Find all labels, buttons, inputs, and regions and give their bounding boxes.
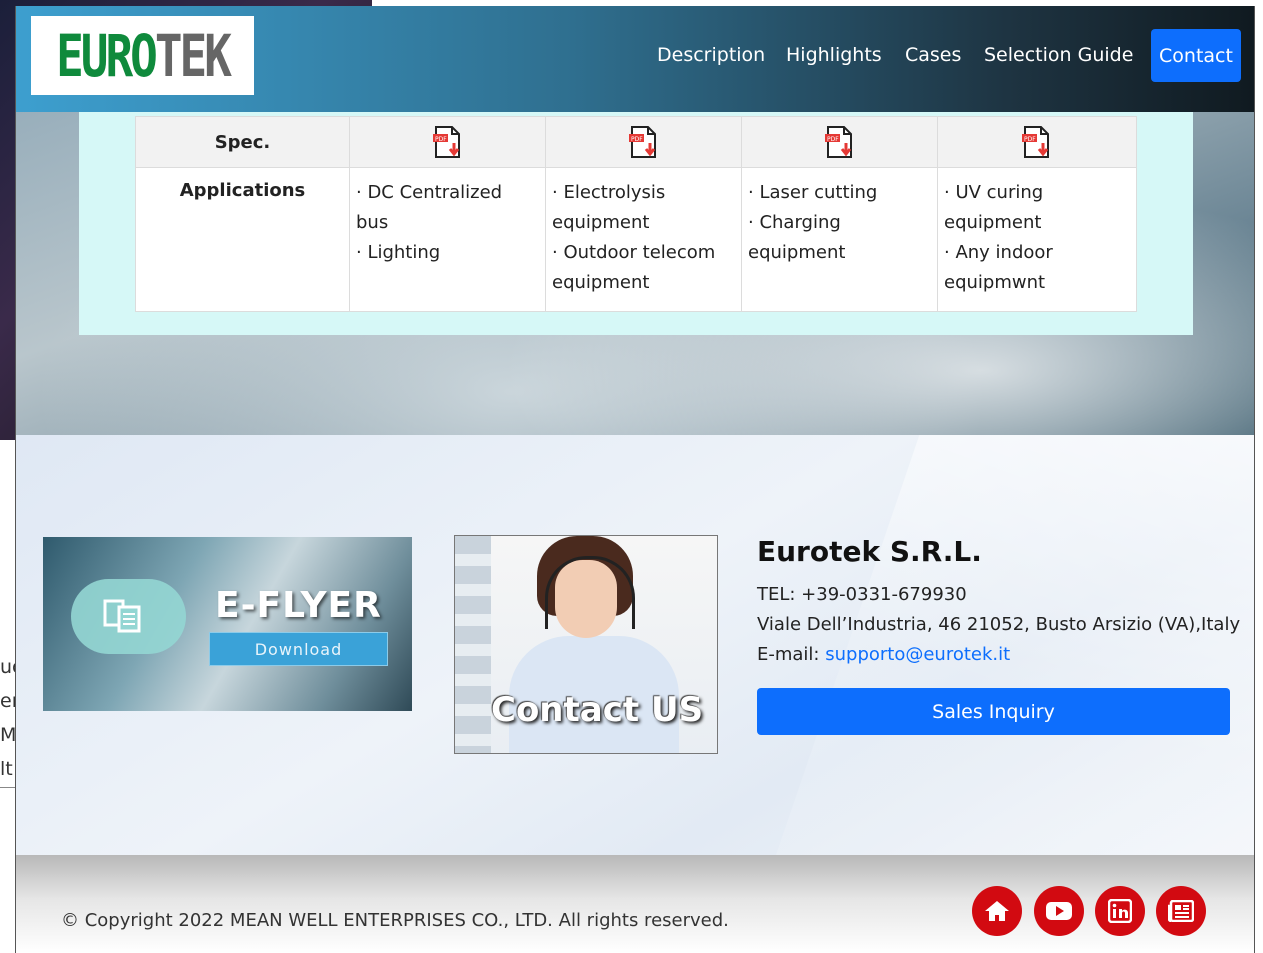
eflyer-banner[interactable]: E-FLYER Download [43,537,412,711]
nav-link-highlights[interactable]: Highlights [786,44,882,66]
browser-page: Spec. PDF PDF PDF PDF Applications · DC … [15,6,1255,953]
contact-us-title: Contact US [491,690,704,730]
svg-text:PDF: PDF [1024,136,1036,143]
application-item: · Any indoor equipmwnt [944,242,1053,293]
spec-pdf-cell[interactable]: PDF [349,116,546,168]
pdf-download-icon[interactable]: PDF [432,125,464,159]
logo-text-right: TEK [154,21,232,90]
contact-us-banner[interactable]: Contact US [454,535,718,754]
application-item: · Charging equipment [748,212,846,263]
application-item: · Outdoor telecom equipment [552,242,716,293]
applications-cell: · Laser cutting · Charging equipment [741,167,938,312]
linkedin-icon[interactable] [1095,886,1145,936]
background-text: M [0,724,17,746]
eflyer-download-button[interactable]: Download [209,632,388,666]
application-item: · UV curing equipment [944,182,1044,233]
nav-link-description[interactable]: Description [657,44,765,66]
svg-text:PDF: PDF [631,136,643,143]
company-address: Viale Dell’Industria, 46 21052, Busto Ar… [757,614,1241,635]
pdf-download-icon[interactable]: PDF [1021,125,1053,159]
company-email-line: E-mail: supporto@eurotek.it [757,644,1010,665]
application-item: · DC Centralized bus [356,182,503,233]
svg-text:PDF: PDF [827,136,839,143]
applications-header-cell: Applications [135,167,350,312]
application-item: · Lighting [356,242,441,263]
copyright-text: © Copyright 2022 MEAN WELL ENTERPRISES C… [61,910,729,931]
applications-cell: · Electrolysis equipment · Outdoor telec… [545,167,742,312]
youtube-icon[interactable] [1034,886,1084,936]
application-item: · Laser cutting [748,182,878,203]
eurotek-logo[interactable]: EUROTEK [31,16,254,95]
spec-pdf-cell[interactable]: PDF [937,116,1137,168]
applications-cell: · DC Centralized bus · Lighting [349,167,546,312]
email-link[interactable]: supporto@eurotek.it [825,644,1010,665]
headset-icon [545,556,635,629]
table-row-applications: Applications · DC Centralized bus · Ligh… [135,167,1137,312]
application-item: · Electrolysis equipment [552,182,666,233]
table-row-spec: Spec. PDF PDF PDF PDF [135,116,1137,168]
document-icon [103,599,141,633]
spec-table-panel: Spec. PDF PDF PDF PDF Applications · DC … [79,112,1193,335]
nav-link-cases[interactable]: Cases [905,44,961,66]
nav-contact-button[interactable]: Contact [1151,29,1241,82]
spec-pdf-cell[interactable]: PDF [545,116,742,168]
applications-cell: · UV curing equipment · Any indoor equip… [937,167,1137,312]
contact-info-section: E-FLYER Download Contact US Eurotek S.R.… [16,435,1254,855]
pdf-download-icon[interactable]: PDF [824,125,856,159]
logo-text: EUROTEK [56,21,232,90]
background-shelf [455,536,491,753]
home-icon[interactable] [972,886,1022,936]
sales-inquiry-button[interactable]: Sales Inquiry [757,688,1230,735]
newspaper-icon[interactable] [1156,886,1206,936]
eflyer-title: E-FLYER [215,585,382,626]
company-name: Eurotek S.R.L. [757,535,982,568]
svg-text:PDF: PDF [435,136,447,143]
company-tel: TEL: +39-0331-679930 [757,584,967,605]
spec-header-cell: Spec. [135,116,350,168]
background-divider [0,787,16,788]
pdf-download-icon[interactable]: PDF [628,125,660,159]
navbar: EUROTEK Description Highlights Cases Sel… [16,6,1254,112]
background-text: lt [0,758,13,780]
spec-table: Spec. PDF PDF PDF PDF Applications · DC … [135,116,1137,312]
footer: © Copyright 2022 MEAN WELL ENTERPRISES C… [16,855,1254,953]
logo-text-left: EURO [56,21,158,90]
email-label: E-mail: [757,644,826,665]
spec-pdf-cell[interactable]: PDF [741,116,938,168]
nav-link-selection-guide[interactable]: Selection Guide [984,44,1133,66]
